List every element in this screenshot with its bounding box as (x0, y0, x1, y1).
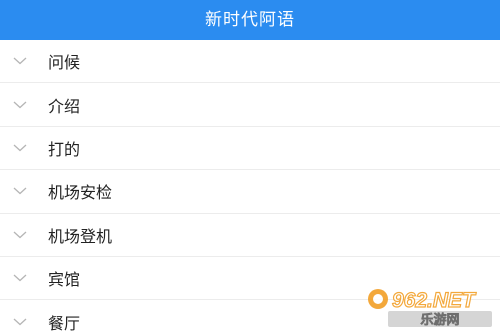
list-item-label: 打的 (48, 139, 81, 159)
list-item-label: 餐厅 (48, 313, 81, 333)
chevron-down-icon (0, 318, 48, 326)
chevron-down-icon (0, 57, 48, 65)
list-item-airport-boarding[interactable]: 机场登机 (0, 213, 500, 257)
chevron-down-icon (0, 187, 48, 195)
list-item-label: 宾馆 (48, 270, 81, 290)
list-item-label: 机场登机 (48, 226, 113, 246)
list-item-label: 机场安检 (48, 183, 113, 203)
list-item-airport-security[interactable]: 机场安检 (0, 170, 500, 214)
chevron-down-icon (0, 144, 48, 152)
list-item-taxi[interactable]: 打的 (0, 126, 500, 171)
page-title: 新时代阿语 (205, 9, 295, 30)
list-item-restaurant[interactable]: 餐厅 (0, 300, 500, 333)
chevron-down-icon (0, 101, 48, 109)
category-list: 问候 介绍 打的 机场安检 机场登机 宾馆 餐厅 (0, 40, 500, 333)
list-item-introduction[interactable]: 介绍 (0, 83, 500, 127)
list-item-label: 问候 (48, 53, 81, 73)
app-header: 新时代阿语 (0, 0, 500, 40)
chevron-down-icon (0, 274, 48, 282)
chevron-down-icon (0, 231, 48, 239)
list-item-label: 介绍 (48, 96, 81, 116)
list-item-hotel[interactable]: 宾馆 (0, 256, 500, 301)
list-item-greeting[interactable]: 问候 (0, 40, 500, 84)
